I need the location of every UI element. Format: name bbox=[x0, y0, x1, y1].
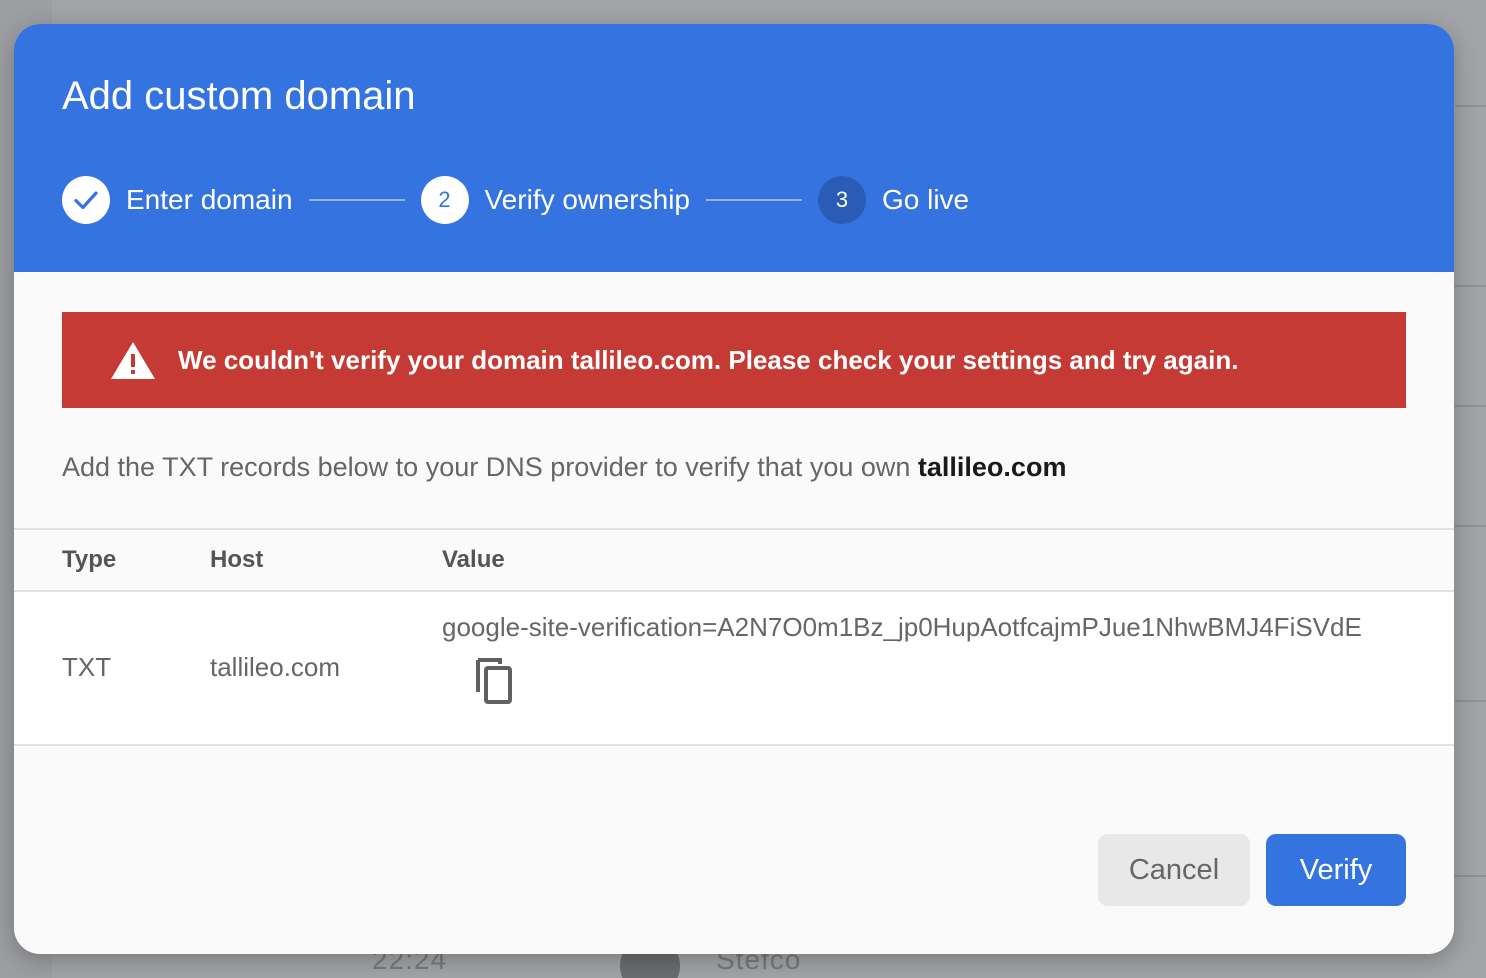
error-alert: We couldn't verify your domain tallileo.… bbox=[62, 312, 1406, 408]
record-value[interactable]: google-site-verification=A2N7O0m1Bz_jp0H… bbox=[442, 612, 1362, 643]
step-label: Go live bbox=[881, 184, 970, 215]
step-number: 3 bbox=[817, 176, 866, 224]
cancel-button[interactable]: Cancel bbox=[1098, 834, 1250, 906]
table-header: Type Host Value bbox=[14, 528, 1454, 592]
background-divider bbox=[1455, 405, 1486, 407]
step-connector bbox=[705, 199, 802, 201]
step-verify-ownership: 2 Verify ownership bbox=[420, 176, 690, 224]
verify-button[interactable]: Verify bbox=[1266, 834, 1406, 906]
background-divider bbox=[1455, 285, 1486, 287]
record-host: tallileo.com bbox=[210, 652, 341, 682]
alert-message: We couldn't verify your domain tallileo.… bbox=[178, 344, 1239, 375]
instructions-text: Add the TXT records below to your DNS pr… bbox=[62, 452, 1066, 483]
step-enter-domain: Enter domain bbox=[62, 176, 293, 224]
check-icon bbox=[62, 176, 110, 224]
background-divider bbox=[1455, 525, 1486, 527]
copy-icon[interactable] bbox=[466, 656, 514, 708]
step-label: Enter domain bbox=[126, 184, 293, 215]
background-divider bbox=[1455, 875, 1486, 877]
column-header-value: Value bbox=[442, 546, 505, 573]
dialog-header: Add custom domain Enter domain 2 Verify … bbox=[14, 24, 1454, 272]
record-type: TXT bbox=[62, 652, 112, 682]
background-divider bbox=[1455, 700, 1486, 702]
step-go-live: 3 Go live bbox=[817, 176, 970, 224]
warning-icon bbox=[111, 342, 155, 379]
add-custom-domain-dialog: Add custom domain Enter domain 2 Verify … bbox=[14, 24, 1454, 954]
stepper: Enter domain 2 Verify ownership 3 Go liv… bbox=[62, 176, 969, 224]
column-header-host: Host bbox=[210, 546, 264, 573]
step-connector bbox=[308, 199, 405, 201]
step-label: Verify ownership bbox=[484, 184, 690, 215]
background-divider bbox=[1455, 105, 1486, 107]
txt-records-table: Type Host Value TXT tallileo.com google-… bbox=[14, 528, 1454, 746]
dialog-body: We couldn't verify your domain tallileo.… bbox=[14, 272, 1454, 954]
table-row: TXT tallileo.com google-site-verificatio… bbox=[14, 592, 1454, 746]
instructions-body: Add the TXT records below to your DNS pr… bbox=[62, 452, 918, 482]
instructions-domain: tallileo.com bbox=[917, 452, 1067, 482]
step-number: 2 bbox=[420, 176, 469, 224]
column-header-type: Type bbox=[62, 546, 117, 573]
dialog-title: Add custom domain bbox=[62, 74, 416, 118]
